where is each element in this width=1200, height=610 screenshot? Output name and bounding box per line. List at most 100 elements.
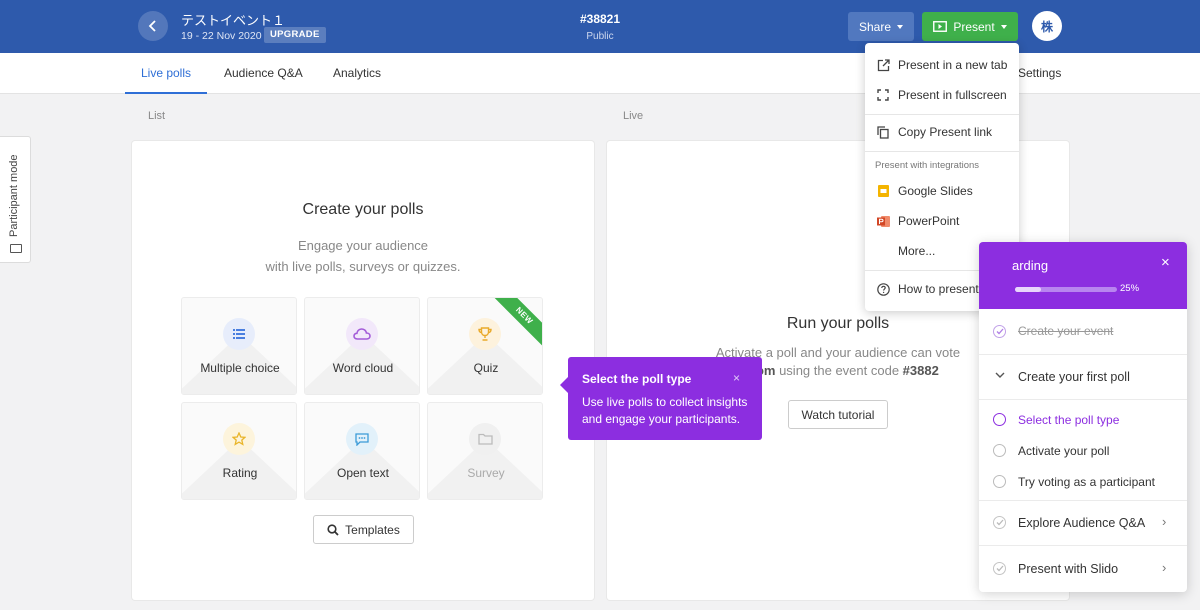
watch-tutorial-button[interactable]: Watch tutorial xyxy=(788,400,888,429)
device-icon xyxy=(10,244,22,253)
poll-type-label: Open text xyxy=(336,466,390,480)
onboarding-step-create-event[interactable]: Create your event xyxy=(979,309,1187,354)
close-icon[interactable]: × xyxy=(1161,254,1170,271)
check-circle-icon xyxy=(993,562,1006,575)
tooltip-body: Use live polls to collect insights and e… xyxy=(582,395,748,426)
poll-type-open-text[interactable]: Open text xyxy=(304,402,420,500)
trophy-icon xyxy=(469,318,501,350)
list-panel: Create your polls Engage your audience w… xyxy=(132,141,594,600)
event-dates: 19 - 22 Nov 2020 xyxy=(181,30,262,42)
upgrade-badge[interactable]: UPGRADE xyxy=(264,27,326,43)
menu-item-present-new-tab[interactable]: Present in a new tab xyxy=(865,51,1019,79)
menu-item-present-fullscreen[interactable]: Present in fullscreen xyxy=(865,81,1019,109)
templates-button[interactable]: Templates xyxy=(313,515,414,544)
poll-type-label: Survey xyxy=(467,466,505,480)
back-button[interactable] xyxy=(138,11,168,41)
powerpoint-icon xyxy=(876,214,890,228)
caret-down-icon xyxy=(1000,24,1007,29)
poll-type-word-cloud[interactable]: Word cloud xyxy=(304,297,420,395)
tab-live-polls[interactable]: Live polls xyxy=(125,53,207,94)
create-polls-subtitle: Engage your audience with live polls, su… xyxy=(132,235,594,277)
onboarding-step-explore-qa[interactable]: Explore Audience Q&A › xyxy=(979,501,1187,545)
check-circle-icon xyxy=(993,325,1006,338)
poll-type-rating[interactable]: Rating xyxy=(181,402,297,500)
poll-type-quiz[interactable]: NEW Quiz xyxy=(427,297,543,395)
step-label: Create your first poll xyxy=(1018,370,1130,384)
chevron-left-icon xyxy=(148,20,156,32)
menu-item-label: Google Slides xyxy=(898,184,973,198)
poll-type-tooltip: Select the poll type × Use live polls to… xyxy=(560,357,762,440)
substep-label: Activate your poll xyxy=(1018,444,1110,458)
external-link-icon xyxy=(876,58,890,72)
tab-bar: Live polls Audience Q&A Analytics Settin… xyxy=(0,53,1200,94)
substep-label: Select the poll type xyxy=(1018,413,1120,427)
top-bar: テストイベント１ 19 - 22 Nov 2020 UPGRADE #38821… xyxy=(0,0,1200,53)
event-visibility: Public xyxy=(586,31,614,42)
onboarding-substep-activate-poll[interactable]: Activate your poll xyxy=(979,435,1187,465)
menu-item-label: PowerPoint xyxy=(898,214,960,228)
poll-type-label: Quiz xyxy=(473,361,499,375)
menu-item-label: How to present xyxy=(898,282,979,296)
integrations-heading: Present with integrations xyxy=(875,160,980,171)
check-circle-icon xyxy=(993,516,1006,529)
menu-item-powerpoint[interactable]: PowerPoint xyxy=(865,207,1019,235)
share-label: Share xyxy=(858,19,892,34)
chevron-right-icon: › xyxy=(1162,560,1167,575)
progress-fill xyxy=(1015,287,1041,292)
poll-type-label: Word cloud xyxy=(332,361,394,375)
onboarding-progress-bar xyxy=(1015,287,1117,292)
onboarding-substep-try-voting[interactable]: Try voting as a participant xyxy=(979,466,1187,496)
fullscreen-icon xyxy=(876,88,890,102)
cloud-icon xyxy=(346,318,378,350)
present-button[interactable]: Present xyxy=(922,12,1018,41)
present-screen-icon xyxy=(933,21,948,32)
onboarding-step-create-first-poll[interactable]: Create your first poll xyxy=(979,355,1187,399)
subtitle-text: using the event code xyxy=(775,363,903,378)
poll-type-multiple-choice[interactable]: Multiple choice xyxy=(181,297,297,395)
menu-divider xyxy=(865,114,1019,115)
templates-label: Templates xyxy=(345,522,400,537)
poll-type-label: Multiple choice xyxy=(200,361,280,375)
tooltip-title: Select the poll type xyxy=(582,372,692,386)
chevron-right-icon: › xyxy=(1162,514,1167,529)
participant-mode-toggle[interactable]: Participant mode xyxy=(0,136,31,263)
onboarding-panel: arding × 25% Create your event Create yo… xyxy=(979,242,1187,592)
google-slides-icon xyxy=(876,184,890,198)
user-avatar[interactable]: 株 xyxy=(1032,11,1062,41)
circle-icon xyxy=(993,444,1006,457)
star-icon xyxy=(223,423,255,455)
copy-icon xyxy=(876,125,890,139)
event-code-inline: #3882 xyxy=(902,363,939,378)
menu-item-google-slides[interactable]: Google Slides xyxy=(865,177,1019,205)
step-label: Present with Slido xyxy=(1018,562,1119,576)
subtitle-line: Engage your audience xyxy=(297,238,429,253)
subtitle-line: with live polls, surveys or quizzes. xyxy=(265,259,461,274)
participant-mode-label: Participant mode xyxy=(8,154,20,237)
share-button[interactable]: Share xyxy=(848,12,914,41)
close-icon[interactable]: × xyxy=(733,371,740,385)
chevron-down-icon xyxy=(995,372,1005,378)
onboarding-step-present-with-slido[interactable]: Present with Slido › xyxy=(979,546,1187,590)
folder-icon xyxy=(469,423,501,455)
onboarding-substep-select-poll-type[interactable]: Select the poll type xyxy=(979,404,1187,434)
tab-settings[interactable]: Settings xyxy=(1018,53,1061,94)
help-circle-icon xyxy=(876,282,890,296)
substep-label: Try voting as a participant xyxy=(1018,475,1155,489)
onboarding-title: arding xyxy=(1012,258,1049,273)
tab-analytics[interactable]: Analytics xyxy=(333,53,381,94)
caret-down-icon xyxy=(897,24,904,29)
step-label: Create your event xyxy=(1018,324,1114,338)
tab-audience-qa[interactable]: Audience Q&A xyxy=(224,53,303,94)
list-section-label: List xyxy=(148,110,166,122)
circle-icon xyxy=(993,413,1006,426)
menu-item-copy-present-link[interactable]: Copy Present link xyxy=(865,118,1019,146)
onboarding-header: arding × 25% xyxy=(979,242,1187,309)
live-section-label: Live xyxy=(623,110,644,122)
menu-item-label: Present in a new tab xyxy=(898,58,1008,72)
poll-type-survey[interactable]: Survey xyxy=(427,402,543,500)
create-polls-title: Create your polls xyxy=(302,201,424,218)
menu-item-label: Present in fullscreen xyxy=(898,88,1007,102)
search-icon xyxy=(327,523,339,536)
onboarding-divider xyxy=(979,399,1187,400)
